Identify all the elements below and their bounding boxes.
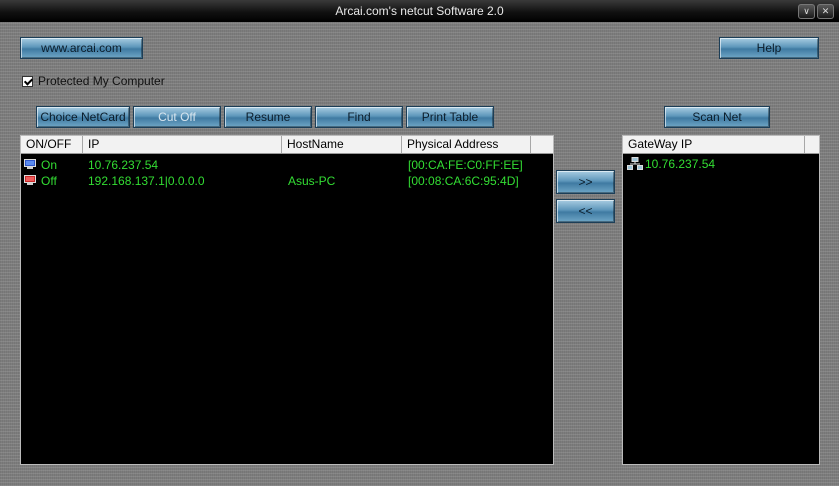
row-ip: 10.76.237.54 xyxy=(88,158,159,172)
row-mac: [00:CA:FE:C0:FF:EE] xyxy=(408,158,523,172)
window-titlebar: Arcai.com's netcut Software 2.0 ∨ ✕ xyxy=(0,0,839,23)
move-left-button[interactable]: << xyxy=(556,199,615,223)
protect-label: Protected My Computer xyxy=(38,74,165,88)
cut-off-button[interactable]: Cut Off xyxy=(133,106,221,128)
find-button[interactable]: Find xyxy=(315,106,403,128)
hosts-table-header: ON/OFF IP HostName Physical Address xyxy=(21,136,553,154)
table-row[interactable]: On 10.76.237.54 [00:CA:FE:C0:FF:EE] xyxy=(21,157,553,173)
network-gateway-icon xyxy=(627,157,643,170)
minimize-chevron-icon[interactable]: ∨ xyxy=(798,4,815,19)
gateway-table-header: GateWay IP xyxy=(623,136,819,154)
move-right-button[interactable]: >> xyxy=(556,170,615,194)
window-title: Arcai.com's netcut Software 2.0 xyxy=(335,4,504,18)
scan-net-button[interactable]: Scan Net xyxy=(664,106,770,128)
print-table-button[interactable]: Print Table xyxy=(406,106,494,128)
help-button[interactable]: Help xyxy=(719,37,819,59)
protect-checkbox-row[interactable]: Protected My Computer xyxy=(22,73,165,89)
gateway-table: GateWay IP 10.76.237.54 xyxy=(622,135,820,465)
col-spacer xyxy=(531,136,553,153)
red-monitor-icon xyxy=(24,175,36,185)
table-row[interactable]: Off 192.168.137.1|0.0.0.0 Asus-PC [00:08… xyxy=(21,173,553,189)
col-physical-address[interactable]: Physical Address xyxy=(402,136,531,153)
main-frame: www.arcai.com Help Protected My Computer… xyxy=(0,22,839,486)
row-mac: [00:08:CA:6C:95:4D] xyxy=(408,174,519,188)
col-gateway-ip[interactable]: GateWay IP xyxy=(623,136,805,153)
hosts-table: ON/OFF IP HostName Physical Address On 1… xyxy=(20,135,554,465)
close-icon[interactable]: ✕ xyxy=(817,4,834,19)
col-spacer xyxy=(805,136,819,153)
col-hostname[interactable]: HostName xyxy=(282,136,402,153)
protect-checkbox[interactable] xyxy=(22,75,33,87)
gateway-ip-value: 10.76.237.54 xyxy=(645,157,716,171)
choice-netcard-button[interactable]: Choice NetCard xyxy=(36,106,130,128)
row-host: Asus-PC xyxy=(288,174,336,188)
resume-button[interactable]: Resume xyxy=(224,106,312,128)
col-ip[interactable]: IP xyxy=(83,136,282,153)
row-status: Off xyxy=(41,174,57,188)
blue-monitor-icon xyxy=(24,159,36,169)
col-on-off[interactable]: ON/OFF xyxy=(21,136,83,153)
website-button[interactable]: www.arcai.com xyxy=(20,37,143,59)
row-ip: 192.168.137.1|0.0.0.0 xyxy=(88,174,205,188)
row-status: On xyxy=(41,158,58,172)
